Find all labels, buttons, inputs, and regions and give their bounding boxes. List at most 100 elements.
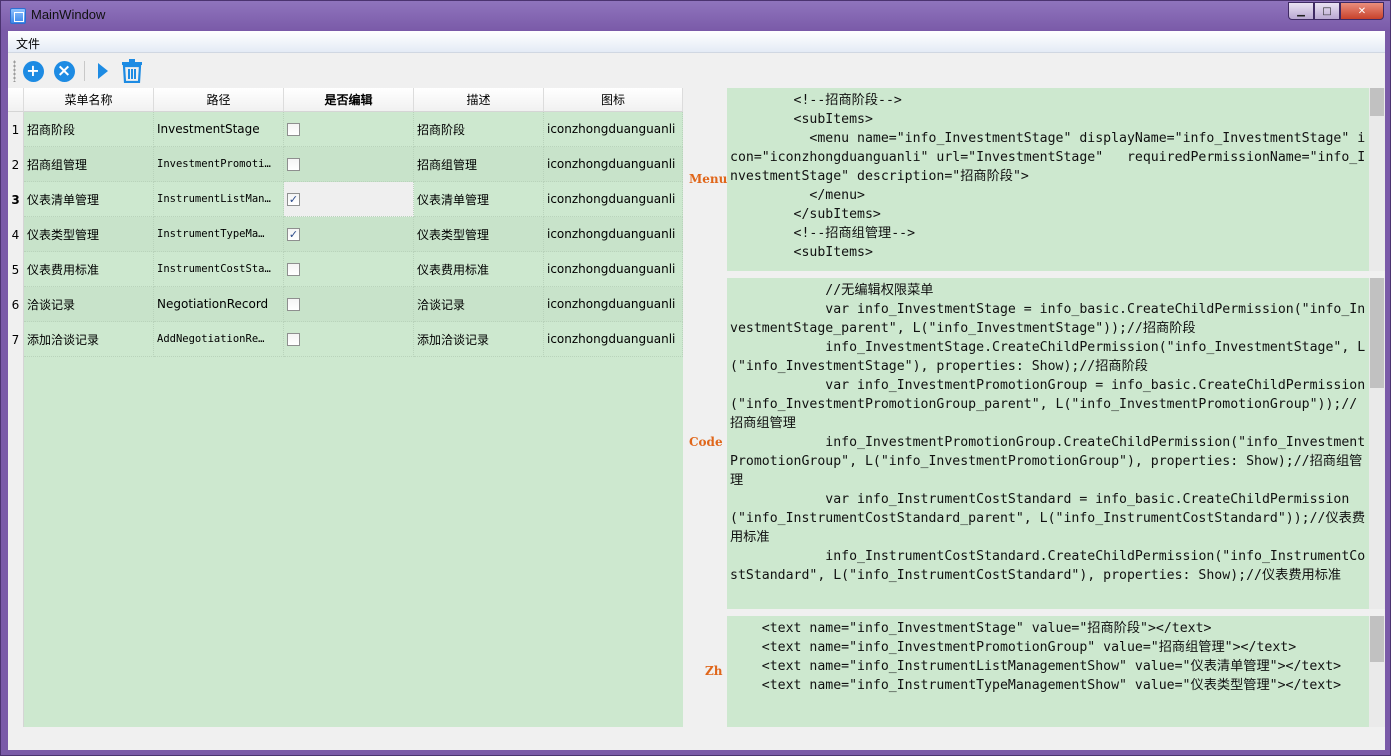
title-bar[interactable]: MainWindow ▁ □ ✕ xyxy=(1,1,1390,31)
header-path[interactable]: 路径 xyxy=(154,88,284,112)
header-description[interactable]: 描述 xyxy=(414,88,544,112)
zh-pane-label: Zh xyxy=(705,664,723,678)
code-text[interactable]: //无编辑权限菜单 var info_InvestmentStage = inf… xyxy=(730,281,1370,585)
play-icon xyxy=(98,63,108,79)
menu-table: 菜单名称 路径 是否编辑 描述 图标 1 招商阶段 InvestmentStage 招… xyxy=(8,88,683,727)
cell-editable[interactable]: ✓ xyxy=(284,217,414,252)
cell-editable[interactable] xyxy=(284,252,414,287)
menu-pane-scroll-thumb[interactable] xyxy=(1370,88,1384,116)
menu-pane-label: Menu xyxy=(689,172,728,186)
app-icon xyxy=(10,8,26,24)
header-editable[interactable]: 是否编辑 xyxy=(284,88,414,112)
cell-icon[interactable]: iconzhongduanguanli xyxy=(544,182,683,217)
menu-bar: 文件 xyxy=(8,31,1385,53)
cell-path[interactable]: InstrumentTypeMa… xyxy=(154,217,284,252)
checkbox-unchecked[interactable] xyxy=(287,122,300,136)
add-button[interactable]: + xyxy=(22,60,44,82)
header-menu-name[interactable]: 菜单名称 xyxy=(24,88,154,112)
cell-icon[interactable]: iconzhongduanguanli xyxy=(544,322,683,357)
cell-description[interactable]: 仪表清单管理 xyxy=(414,182,544,217)
toolbar-grip-icon[interactable] xyxy=(13,60,16,82)
cell-path[interactable]: AddNegotiationRe… xyxy=(154,322,284,357)
cell-description[interactable]: 仪表类型管理 xyxy=(414,217,544,252)
cell-menu-name[interactable]: 招商阶段 xyxy=(24,112,154,147)
table-row[interactable]: 7 添加洽谈记录 AddNegotiationRe… 添加洽谈记录 iconzhongd… xyxy=(8,322,683,357)
close-button[interactable]: ✕ xyxy=(1340,2,1384,20)
checkbox-checked[interactable]: ✓ xyxy=(287,227,300,241)
close-circle-icon: × xyxy=(53,60,75,82)
row-number[interactable]: 3 xyxy=(8,182,24,217)
cell-description[interactable]: 仪表费用标准 xyxy=(414,252,544,287)
row-number[interactable]: 1 xyxy=(8,112,24,147)
toolbar: + × xyxy=(8,54,1385,87)
cell-editable[interactable] xyxy=(284,322,414,357)
table-row[interactable]: 1 招商阶段 InvestmentStage 招商阶段 iconzhongduangua… xyxy=(8,112,683,147)
cell-icon[interactable]: iconzhongduanguanli xyxy=(544,147,683,182)
code-pane-scrollbar[interactable] xyxy=(1369,278,1385,609)
zh-pane-scrollbar[interactable] xyxy=(1369,616,1385,727)
run-button[interactable] xyxy=(92,60,114,82)
code-pane[interactable]: //无编辑权限菜单 var info_InvestmentStage = inf… xyxy=(727,278,1385,609)
menu-xml-pane[interactable]: <!--招商阶段--> <subItems> <menu name="info_… xyxy=(727,88,1385,271)
zh-xml-pane[interactable]: <text name="info_InvestmentStage" value=… xyxy=(727,616,1385,727)
minimize-button[interactable]: ▁ xyxy=(1288,2,1314,20)
checkbox-checked[interactable]: ✓ xyxy=(287,192,300,206)
cell-editable[interactable]: ✓ xyxy=(284,182,414,217)
client-area: 文件 + × 菜单名称 路径 是否编辑 描述 图标 1 招商阶段 Investm… xyxy=(8,31,1385,750)
checkbox-unchecked[interactable] xyxy=(287,332,300,346)
header-icon[interactable]: 图标 xyxy=(544,88,683,112)
row-number[interactable]: 4 xyxy=(8,217,24,252)
cell-description[interactable]: 洽谈记录 xyxy=(414,287,544,322)
trash-icon xyxy=(122,59,142,83)
cell-menu-name[interactable]: 仪表清单管理 xyxy=(24,182,154,217)
cell-description[interactable]: 招商阶段 xyxy=(414,112,544,147)
window-title: MainWindow xyxy=(31,7,106,22)
cell-path[interactable]: InstrumentCostSta… xyxy=(154,252,284,287)
checkbox-unchecked[interactable] xyxy=(287,297,300,311)
checkbox-unchecked[interactable] xyxy=(287,262,300,276)
table-row[interactable]: 5 仪表费用标准 InstrumentCostSta… 仪表费用标准 iconzhong… xyxy=(8,252,683,287)
table-corner-button[interactable] xyxy=(8,88,24,112)
table-row[interactable]: 6 洽谈记录 NegotiationRecord 洽谈记录 iconzhongduang… xyxy=(8,287,683,322)
cell-path[interactable]: NegotiationRecord xyxy=(154,287,284,322)
window-controls: ▁ □ ✕ xyxy=(1288,2,1384,22)
cell-editable[interactable] xyxy=(284,287,414,322)
cell-icon[interactable]: iconzhongduanguanli xyxy=(544,252,683,287)
cell-description[interactable]: 招商组管理 xyxy=(414,147,544,182)
cell-menu-name[interactable]: 仪表类型管理 xyxy=(24,217,154,252)
zh-pane-scroll-thumb[interactable] xyxy=(1370,616,1384,662)
code-pane-scroll-thumb[interactable] xyxy=(1370,278,1384,388)
cell-editable[interactable] xyxy=(284,147,414,182)
cell-path[interactable]: InvestmentStage xyxy=(154,112,284,147)
main-window: MainWindow ▁ □ ✕ 文件 + × 菜单名称 路径 是否编辑 描述 … xyxy=(0,0,1391,756)
menu-xml-text[interactable]: <!--招商阶段--> <subItems> <menu name="info_… xyxy=(730,91,1370,262)
delete-button[interactable] xyxy=(121,59,143,83)
cell-icon[interactable]: iconzhongduanguanli xyxy=(544,287,683,322)
cell-path[interactable]: InvestmentPromoti… xyxy=(154,147,284,182)
cell-icon[interactable]: iconzhongduanguanli xyxy=(544,112,683,147)
row-number[interactable]: 5 xyxy=(8,252,24,287)
cell-menu-name[interactable]: 添加洽谈记录 xyxy=(24,322,154,357)
row-number[interactable]: 6 xyxy=(8,287,24,322)
status-bar xyxy=(8,729,1385,750)
row-number[interactable]: 7 xyxy=(8,322,24,357)
plus-icon: + xyxy=(22,60,44,82)
menu-pane-scrollbar[interactable] xyxy=(1369,88,1385,271)
menu-file[interactable]: 文件 xyxy=(16,35,40,52)
code-pane-label: Code xyxy=(689,435,723,449)
cell-icon[interactable]: iconzhongduanguanli xyxy=(544,217,683,252)
row-number[interactable]: 2 xyxy=(8,147,24,182)
table-row[interactable]: 3 仪表清单管理 InstrumentListMan… ✓ 仪表清单管理 iconzhon… xyxy=(8,182,683,217)
cancel-button[interactable]: × xyxy=(53,60,75,82)
table-row[interactable]: 4 仪表类型管理 InstrumentTypeMa… ✓ 仪表类型管理 iconzhong… xyxy=(8,217,683,252)
zh-xml-text[interactable]: <text name="info_InvestmentStage" value=… xyxy=(730,619,1370,695)
cell-menu-name[interactable]: 洽谈记录 xyxy=(24,287,154,322)
cell-path[interactable]: InstrumentListMan… xyxy=(154,182,284,217)
cell-editable[interactable] xyxy=(284,112,414,147)
table-row[interactable]: 2 招商组管理 InvestmentPromoti… 招商组管理 iconzhongdu… xyxy=(8,147,683,182)
cell-menu-name[interactable]: 招商组管理 xyxy=(24,147,154,182)
cell-description[interactable]: 添加洽谈记录 xyxy=(414,322,544,357)
cell-menu-name[interactable]: 仪表费用标准 xyxy=(24,252,154,287)
checkbox-unchecked[interactable] xyxy=(287,157,300,171)
maximize-button[interactable]: □ xyxy=(1314,2,1340,20)
